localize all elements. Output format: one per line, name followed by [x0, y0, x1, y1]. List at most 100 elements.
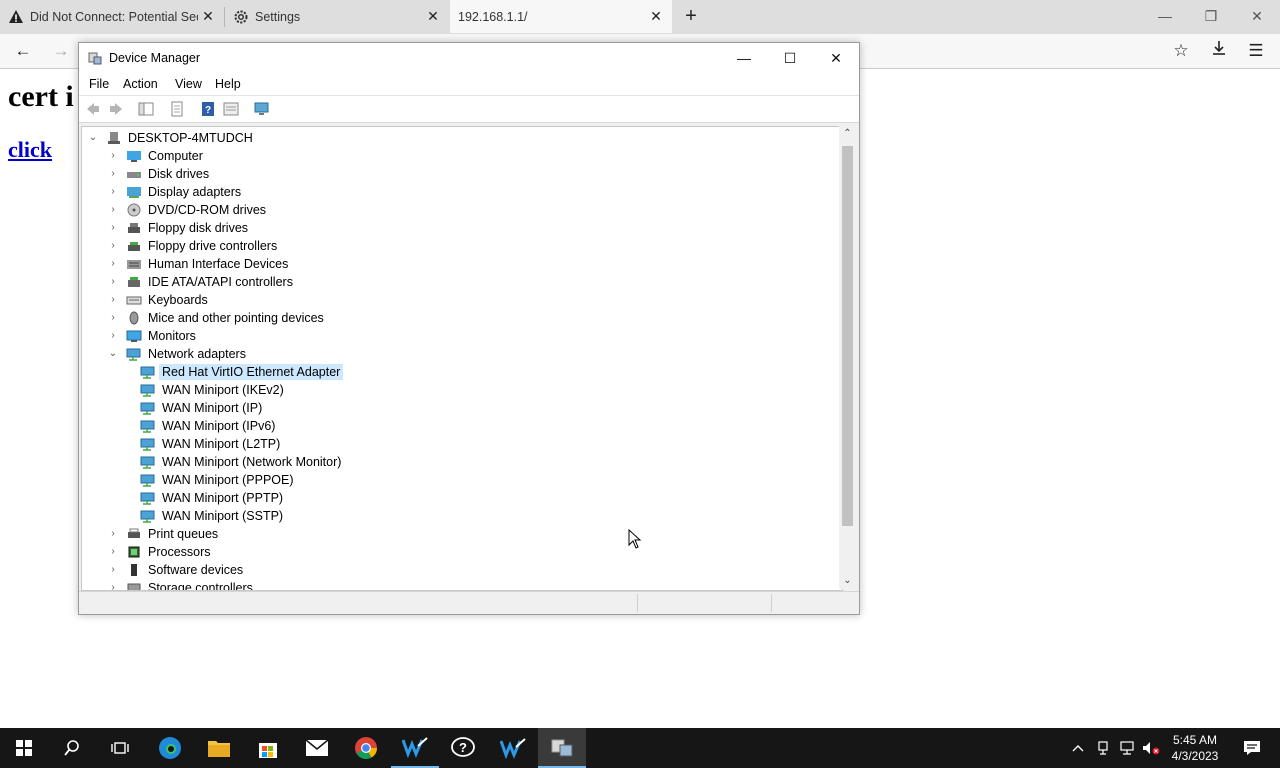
tab-settings[interactable]: Settings ✕ [225, 0, 449, 33]
network-adapter-row[interactable]: WAN Miniport (Network Monitor) [140, 453, 341, 471]
network-adapter-row[interactable]: WAN Miniport (IKEv2) [140, 381, 284, 399]
edge-icon[interactable] [146, 728, 194, 768]
category-row[interactable]: › Human Interface Devices [106, 255, 288, 273]
network-adapter-row[interactable]: WAN Miniport (PPTP) [140, 489, 283, 507]
app-icon[interactable] [391, 728, 439, 768]
close-tab-icon[interactable]: ✕ [648, 8, 664, 24]
show-hide-console-tree-icon[interactable] [137, 100, 155, 118]
tab-router[interactable]: 192.168.1.1/ ✕ [450, 0, 672, 33]
expand-icon[interactable]: › [106, 581, 120, 590]
network-tray-icon[interactable] [1091, 728, 1115, 768]
chrome-icon[interactable] [342, 728, 390, 768]
expand-icon[interactable]: › [106, 221, 120, 235]
help-icon[interactable]: ? [199, 100, 217, 118]
expand-icon[interactable]: › [106, 185, 120, 199]
svg-text:?: ? [459, 740, 467, 755]
category-row[interactable]: › Floppy disk drives [106, 219, 248, 237]
close-tab-icon[interactable]: ✕ [200, 8, 216, 24]
menu-view[interactable]: View [175, 77, 202, 91]
help-icon[interactable]: ? [440, 728, 488, 768]
category-row[interactable]: › Software devices [106, 561, 243, 579]
ethernet-icon[interactable] [1115, 728, 1139, 768]
expand-icon[interactable]: › [106, 527, 120, 541]
tab-did-not-connect[interactable]: Did Not Connect: Potential Securi ✕ [0, 0, 224, 33]
network-adapter-row[interactable]: WAN Miniport (SSTP) [140, 507, 283, 525]
tree-root[interactable]: ⌄ DESKTOP-4MTUDCH [86, 129, 253, 147]
forward-button[interactable]: → [50, 40, 72, 62]
new-tab-button[interactable]: + [680, 6, 702, 28]
device-manager-icon[interactable] [538, 728, 586, 768]
network-adapter-icon [140, 438, 155, 451]
expand-icon[interactable]: › [106, 563, 120, 577]
vertical-scrollbar[interactable]: ⌃ ⌄ [839, 126, 856, 589]
minimize-button[interactable]: — [721, 43, 767, 73]
expand-icon[interactable]: › [106, 311, 120, 325]
expand-icon[interactable]: › [106, 167, 120, 181]
scroll-thumb[interactable] [842, 146, 853, 526]
mail-icon[interactable] [293, 728, 341, 768]
network-adapter-row[interactable]: WAN Miniport (IPv6) [140, 417, 275, 435]
category-row[interactable]: › Monitors [106, 327, 196, 345]
category-row[interactable]: › Processors [106, 543, 210, 561]
category-row[interactable]: › Mice and other pointing devices [106, 309, 323, 327]
category-row[interactable]: › Floppy drive controllers [106, 237, 277, 255]
category-row[interactable]: › Computer [106, 147, 203, 165]
expand-icon[interactable]: › [106, 203, 120, 217]
browser-minimize-button[interactable]: — [1150, 4, 1180, 28]
scroll-up-arrow[interactable]: ⌃ [839, 126, 856, 142]
category-row[interactable]: › Keyboards [106, 291, 207, 309]
update-driver-icon[interactable] [222, 100, 240, 118]
close-button[interactable]: ✕ [813, 43, 859, 73]
expand-icon[interactable]: › [106, 239, 120, 253]
network-adapter-row[interactable]: WAN Miniport (PPPOE) [140, 471, 294, 489]
expand-icon[interactable]: › [106, 275, 120, 289]
properties-icon[interactable] [168, 100, 186, 118]
back-button[interactable]: ← [12, 40, 34, 62]
expand-icon[interactable]: › [106, 149, 120, 163]
category-row[interactable]: ⌄ Network adapters [106, 345, 246, 363]
menu-help[interactable]: Help [215, 77, 241, 91]
disk-drive-icon [127, 172, 141, 178]
scroll-down-arrow[interactable]: ⌄ [839, 573, 856, 589]
expand-icon[interactable]: › [106, 329, 120, 343]
collapse-icon[interactable]: ⌄ [86, 131, 100, 145]
start-icon[interactable] [0, 728, 48, 768]
scan-hardware-icon[interactable] [253, 100, 271, 118]
search-icon[interactable] [48, 728, 96, 768]
downloads-icon[interactable] [1208, 40, 1230, 62]
network-adapter-row[interactable]: WAN Miniport (IP) [140, 399, 262, 417]
expand-icon[interactable]: › [106, 293, 120, 307]
network-adapter-row[interactable]: Red Hat VirtIO Ethernet Adapter [140, 363, 344, 381]
expand-icon[interactable]: › [106, 545, 120, 559]
browser-restore-button[interactable]: ❐ [1196, 4, 1226, 28]
store-icon[interactable] [244, 728, 292, 768]
page-link[interactable]: click [8, 137, 52, 163]
app-icon[interactable] [489, 728, 537, 768]
taskbar-clock[interactable]: 5:45 AM 4/3/2023 [1166, 732, 1224, 764]
network-adapter-row[interactable]: WAN Miniport (L2TP) [140, 435, 280, 453]
file-explorer-icon[interactable] [195, 728, 243, 768]
category-row[interactable]: › Disk drives [106, 165, 209, 183]
close-tab-icon[interactable]: ✕ [425, 8, 441, 24]
chevron-up-icon[interactable] [1066, 728, 1090, 768]
category-row[interactable]: › DVD/CD-ROM drives [106, 201, 266, 219]
expand-icon[interactable]: › [106, 257, 120, 271]
back-icon[interactable] [84, 100, 102, 118]
forward-icon[interactable] [107, 100, 125, 118]
menu-action[interactable]: Action [123, 77, 158, 91]
category-row[interactable]: › Storage controllers [106, 579, 253, 590]
collapse-icon[interactable]: ⌄ [106, 347, 120, 361]
bookmark-star-icon[interactable]: ☆ [1170, 40, 1192, 62]
category-row[interactable]: › Display adapters [106, 183, 241, 201]
notifications-icon[interactable] [1232, 728, 1272, 768]
category-row[interactable]: › IDE ATA/ATAPI controllers [106, 273, 293, 291]
menu-file[interactable]: File [89, 77, 109, 91]
browser-close-button[interactable]: ✕ [1242, 4, 1272, 28]
maximize-button[interactable]: ☐ [767, 43, 813, 73]
menu-icon[interactable]: ☰ [1245, 40, 1267, 62]
task-view-icon[interactable] [96, 728, 144, 768]
volume-muted-icon[interactable] [1139, 728, 1163, 768]
adapter-label: WAN Miniport (L2TP) [162, 437, 281, 451]
device-tree[interactable]: ⌄ DESKTOP-4MTUDCH › Computer › Disk drives ›… [81, 126, 843, 591]
category-row[interactable]: › Print queues [106, 525, 218, 543]
